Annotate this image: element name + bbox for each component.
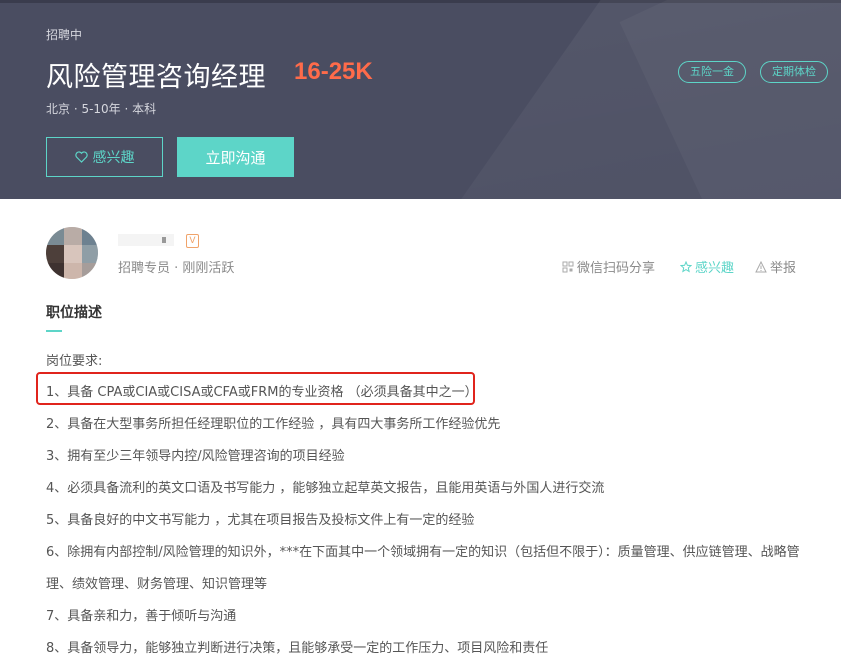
- recruiter-role: 招聘专员 · 刚刚活跃: [118, 261, 235, 276]
- qrcode-icon: [562, 261, 574, 273]
- job-title: 风险管理咨询经理: [46, 62, 266, 93]
- favorite-link[interactable]: 感兴趣: [679, 257, 735, 276]
- star-icon: [679, 260, 693, 273]
- requirement-line: 3、拥有至少三年领导内控/风险管理咨询的项目经验: [46, 449, 345, 464]
- requirement-line: 6、除拥有内部控制/风险管理的知识外，***在下面其中一个领域拥有一定的知识（包…: [46, 545, 800, 560]
- requirement-line: 理、绩效管理、财务管理、知识管理等: [46, 577, 268, 592]
- share-label: 微信扫码分享: [577, 261, 656, 276]
- recruiter-name-redacted: [118, 234, 174, 246]
- job-header-banner: 招聘中 风险管理咨询经理 16-25K 北京 · 5-10年 · 本科 五险一金…: [0, 0, 841, 199]
- vip-badge-icon: V: [186, 234, 199, 248]
- favorite-label: 感兴趣: [695, 261, 735, 276]
- requirements-header: 岗位要求:: [46, 354, 103, 369]
- requirement-line: 8、具备领导力，能够独立判断进行决策，且能够承受一定的工作压力、项目风险和责任: [46, 641, 549, 656]
- benefit-tag: 定期体检: [760, 61, 828, 83]
- warning-icon: [755, 260, 767, 273]
- section-underline: [46, 330, 62, 332]
- requirement-line: 5、具备良好的中文书写能力 ，尤其在项目报告及投标文件上有一定的经验: [46, 513, 475, 528]
- interest-button[interactable]: 感兴趣: [46, 137, 163, 177]
- job-meta: 北京 · 5-10年 · 本科: [46, 102, 157, 116]
- benefit-tag: 五险一金: [678, 61, 746, 83]
- requirement-line: 2、具备在大型事务所担任经理职位的工作经验 ，具有四大事务所工作经验优先: [46, 417, 501, 432]
- wechat-share-link[interactable]: 微信扫码分享: [562, 257, 655, 276]
- requirement-line: 7、具备亲和力，善于倾听与沟通: [46, 609, 237, 624]
- interest-button-label: 感兴趣: [92, 150, 135, 166]
- section-title: 职位描述: [46, 305, 102, 321]
- requirement-line: 4、必须具备流利的英文口语及书写能力 ，能够独立起草英文报告，且能用英语与外国人…: [46, 481, 605, 496]
- salary-range: 16-25K: [294, 58, 373, 85]
- hiring-status: 招聘中: [46, 28, 83, 42]
- report-label: 举报: [770, 261, 797, 276]
- report-link[interactable]: 举报: [755, 257, 796, 276]
- avatar[interactable]: [46, 227, 98, 279]
- contact-button-label: 立即沟通: [205, 148, 266, 167]
- highlight-annotation-box: [36, 372, 475, 405]
- heart-icon: [74, 151, 88, 163]
- contact-now-button[interactable]: 立即沟通: [177, 137, 294, 177]
